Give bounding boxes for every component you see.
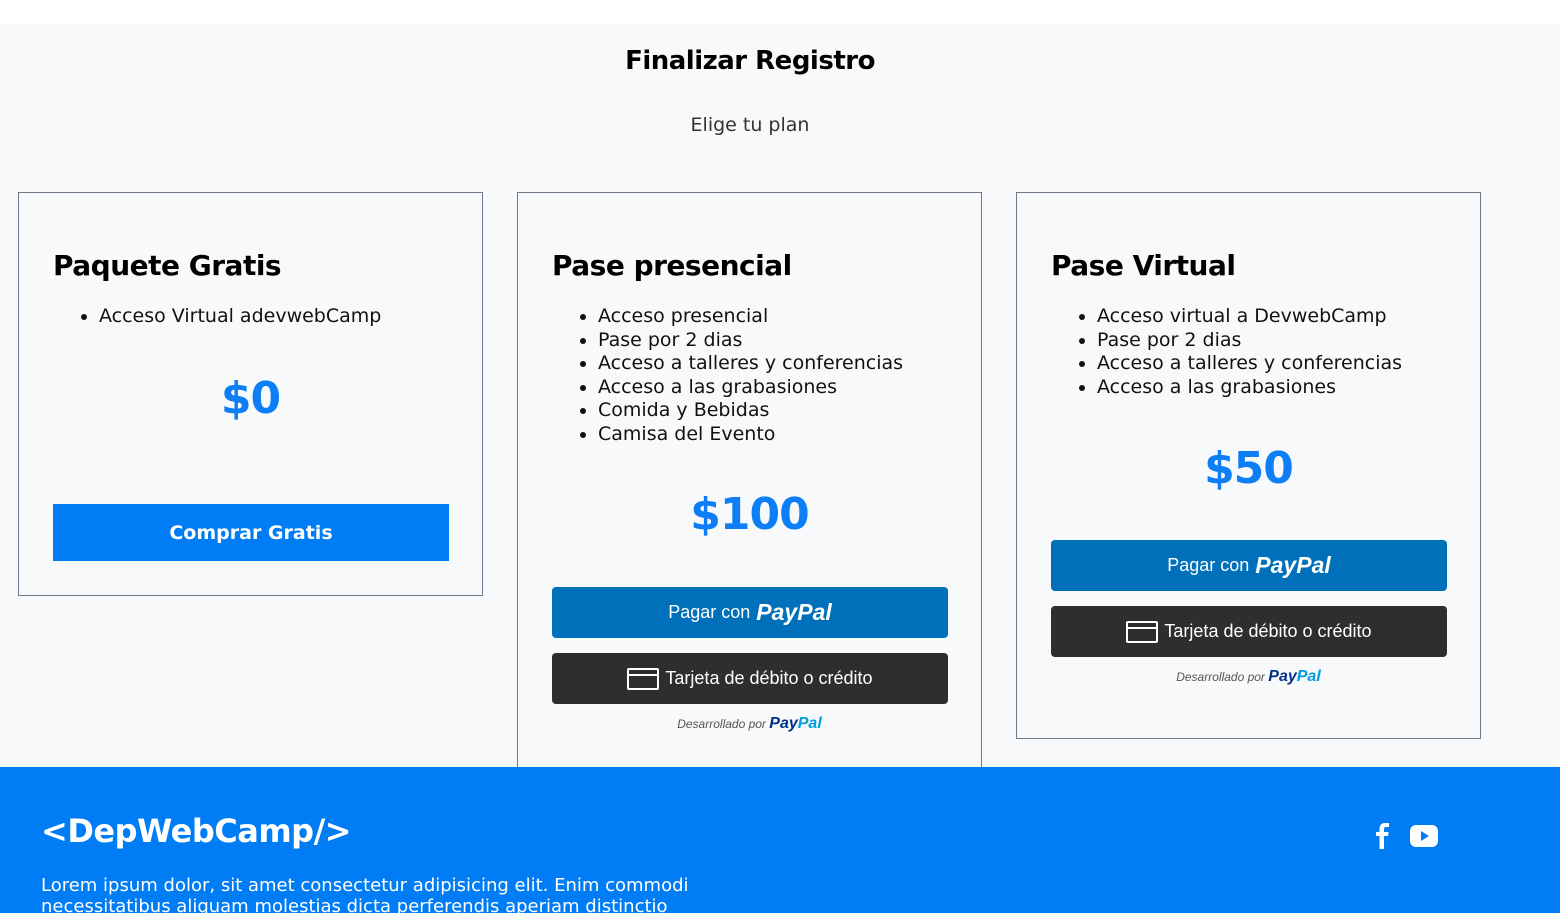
powered-by-paypal: Desarrollado por PayPal bbox=[1017, 668, 1480, 686]
plan-card-virtual: Pase Virtual Acceso virtual a DevwebCamp… bbox=[1016, 192, 1481, 739]
plan-feature: Acceso a talleres y conferencias bbox=[1097, 352, 1402, 376]
card-payment-button[interactable]: Tarjeta de débito o crédito bbox=[1051, 606, 1447, 657]
plan-title: Paquete Gratis bbox=[53, 249, 282, 282]
top-bar bbox=[0, 0, 1560, 24]
paypal-logo-pay: Pay bbox=[1268, 668, 1297, 685]
paypal-logo: PayPal bbox=[756, 599, 831, 626]
plan-card-free: Paquete Gratis Acceso Virtual adevwebCam… bbox=[18, 192, 483, 596]
paypal-logo-pay: Pay bbox=[756, 599, 798, 625]
paypal-logo-pal: Pal bbox=[1296, 668, 1321, 685]
plan-card-presencial: Pase presencial Acceso presencial Pase p… bbox=[517, 192, 982, 786]
paypal-button[interactable]: Pagar con PayPal bbox=[1051, 540, 1447, 591]
facebook-icon[interactable] bbox=[1372, 823, 1392, 853]
paypal-logo-pal: Pal bbox=[797, 715, 822, 732]
plan-feature: Comida y Bebidas bbox=[598, 399, 903, 423]
plan-feature: Pase por 2 dias bbox=[598, 329, 903, 353]
paypal-logo: PayPal bbox=[1255, 552, 1330, 579]
footer-description: Lorem ipsum dolor, sit amet consectetur … bbox=[41, 875, 689, 913]
plan-feature: Acceso a las grabasiones bbox=[598, 376, 903, 400]
plan-feature: Acceso Virtual adevwebCamp bbox=[99, 305, 381, 329]
plan-feature: Camisa del Evento bbox=[598, 423, 903, 447]
paypal-logo-pay: Pay bbox=[1255, 552, 1297, 578]
card-payment-button[interactable]: Tarjeta de débito o crédito bbox=[552, 653, 948, 704]
card-payment-label: Tarjeta de débito o crédito bbox=[1164, 621, 1372, 641]
paypal-logo-small: PayPal bbox=[769, 715, 821, 732]
plan-features-list: Acceso presencial Pase por 2 dias Acceso… bbox=[598, 305, 903, 446]
paypal-button-label: Pagar con bbox=[1167, 555, 1250, 575]
paypal-button-label: Pagar con bbox=[668, 602, 751, 622]
paypal-logo-pay: Pay bbox=[769, 715, 798, 732]
plan-feature: Acceso a talleres y conferencias bbox=[598, 352, 903, 376]
plan-price: $50 bbox=[1204, 443, 1294, 494]
powered-by-paypal: Desarrollado por PayPal bbox=[518, 715, 981, 733]
paypal-logo-pal: Pal bbox=[1296, 552, 1331, 578]
plan-price: $0 bbox=[220, 373, 281, 424]
paypal-logo-pal: Pal bbox=[797, 599, 832, 625]
powered-by-label: Desarrollado por bbox=[677, 717, 766, 731]
buy-free-button[interactable]: Comprar Gratis bbox=[53, 504, 449, 561]
plan-title: Pase Virtual bbox=[1051, 249, 1236, 282]
paypal-logo-small: PayPal bbox=[1268, 668, 1320, 685]
plan-title: Pase presencial bbox=[552, 249, 792, 282]
powered-by-label: Desarrollado por bbox=[1176, 670, 1265, 684]
plan-features-list: Acceso Virtual adevwebCamp bbox=[99, 305, 381, 329]
card-payment-label: Tarjeta de débito o crédito bbox=[665, 668, 873, 688]
paypal-button[interactable]: Pagar con PayPal bbox=[552, 587, 948, 638]
registration-main: Finalizar Registro Elige tu plan Paquete… bbox=[0, 24, 1560, 786]
credit-card-icon bbox=[1126, 620, 1159, 643]
credit-card-icon bbox=[627, 667, 660, 690]
plan-feature: Pase por 2 dias bbox=[1097, 329, 1402, 353]
page-title: Finalizar Registro bbox=[625, 46, 875, 76]
plan-feature: Acceso virtual a DevwebCamp bbox=[1097, 305, 1402, 329]
page-subtitle: Elige tu plan bbox=[690, 114, 810, 136]
plan-feature: Acceso a las grabasiones bbox=[1097, 376, 1402, 400]
footer-logo[interactable]: <DepWebCamp/> bbox=[41, 812, 352, 850]
plan-price: $100 bbox=[690, 489, 809, 540]
plan-feature: Acceso presencial bbox=[598, 305, 903, 329]
youtube-icon[interactable] bbox=[1410, 825, 1438, 851]
plan-features-list: Acceso virtual a DevwebCamp Pase por 2 d… bbox=[1097, 305, 1402, 399]
site-footer: <DepWebCamp/> Lorem ipsum dolor, sit ame… bbox=[0, 767, 1560, 913]
